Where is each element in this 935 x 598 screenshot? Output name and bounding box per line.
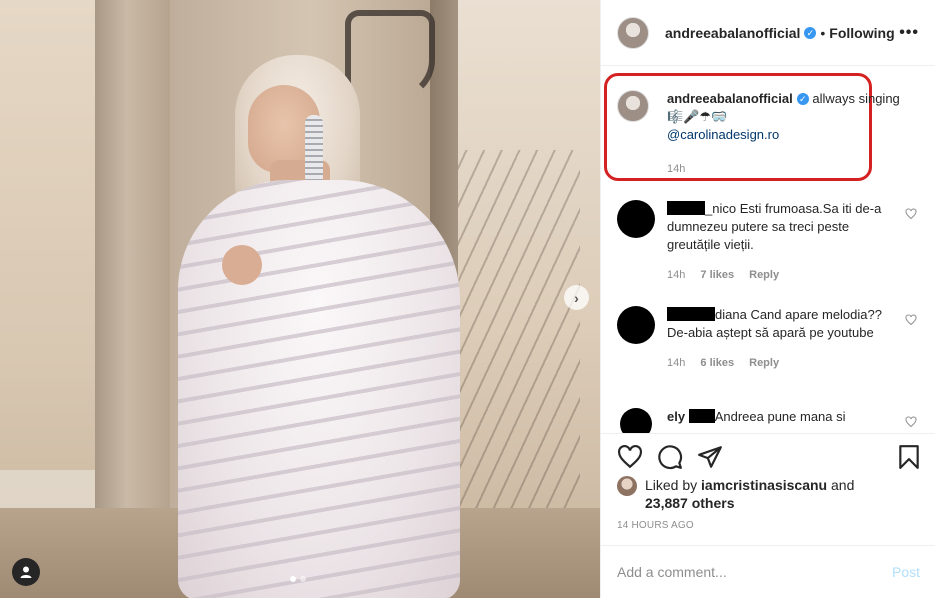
caption-mention-link[interactable]: @carolinadesign.ro <box>667 127 779 142</box>
carousel-dot <box>300 576 306 582</box>
comment-text: Andreea pune mana si <box>714 409 846 424</box>
bookmark-icon[interactable] <box>896 444 922 470</box>
avatar[interactable] <box>617 16 649 49</box>
tagged-users-button[interactable] <box>12 558 40 586</box>
comment-avatar-redacted[interactable] <box>620 408 652 433</box>
carousel-dots <box>290 576 306 582</box>
photo-branches <box>450 150 580 570</box>
share-icon[interactable] <box>697 444 723 470</box>
verified-icon: ✓ <box>804 26 817 39</box>
liker-avatar[interactable] <box>617 476 637 496</box>
comment-time[interactable]: 14h <box>667 269 685 281</box>
comment-username[interactable]: diana <box>715 307 747 322</box>
comment-input[interactable]: Add a comment... <box>617 564 727 580</box>
user-tag-icon <box>20 566 32 578</box>
post-sidebar: andreeabalanofficial ✓ • Following ••• a… <box>600 0 935 598</box>
comment-like-icon[interactable] <box>905 314 917 326</box>
liked-by-section: Liked by iamcristinasiscanu and 23,887 o… <box>617 476 854 512</box>
add-comment-bar: Add a comment... Post <box>601 545 935 598</box>
next-photo-button[interactable]: › <box>564 285 589 310</box>
caption-avatar[interactable] <box>617 90 649 122</box>
heart-icon[interactable] <box>617 444 643 470</box>
photo-hand <box>222 245 262 285</box>
caption-username[interactable]: andreeabalanofficial <box>667 91 793 106</box>
verified-icon: ✓ <box>796 93 809 105</box>
comment-username[interactable]: _nico <box>705 201 736 216</box>
comment-item: ely Andreea pune mana si <box>617 408 919 433</box>
caption-time[interactable]: 14h <box>667 160 919 178</box>
photo-earring <box>305 115 323 185</box>
comment-username[interactable]: ely <box>667 409 685 424</box>
comment-avatar-redacted[interactable] <box>617 200 655 238</box>
comment-meta: 14h 6 likes Reply <box>667 354 887 372</box>
following-button[interactable]: Following <box>829 25 894 41</box>
liked-by-user[interactable]: iamcristinasiscanu <box>701 477 827 493</box>
redacted-username <box>667 307 715 321</box>
post-actions <box>601 433 935 473</box>
post-photo[interactable]: › <box>0 0 600 598</box>
photo-graffiti <box>345 10 435 100</box>
more-options-button[interactable]: ••• <box>899 24 919 42</box>
redacted-username <box>688 409 715 423</box>
liked-by-prefix: Liked by <box>645 477 698 493</box>
comment-like-icon[interactable] <box>905 208 917 220</box>
post-comment-button[interactable]: Post <box>892 564 920 580</box>
photo-fur-coat <box>178 180 460 598</box>
comment-likes[interactable]: 7 likes <box>700 269 734 281</box>
post-header: andreeabalanofficial ✓ • Following ••• <box>601 0 935 66</box>
header-username[interactable]: andreeabalanofficial <box>665 25 800 41</box>
comment-meta: 14h 7 likes Reply <box>667 266 887 284</box>
liked-by-and: and <box>831 477 855 493</box>
header-separator: • <box>820 24 826 41</box>
comment-likes[interactable]: 6 likes <box>700 357 734 369</box>
comment-like-icon[interactable] <box>905 416 917 428</box>
chevron-right-icon: › <box>574 289 579 306</box>
comment-icon[interactable] <box>657 444 683 470</box>
carousel-dot-active <box>290 576 296 582</box>
comments-list[interactable]: andreeabalanofficial ✓ allways singing 🎼🎤… <box>601 66 935 433</box>
likes-count[interactable]: 23,887 others <box>645 495 735 511</box>
post-timestamp[interactable]: 14 HOURS AGO <box>617 520 694 531</box>
comment-item: diana Cand apare melodia??De-abia aștept… <box>617 306 919 372</box>
post-caption: andreeabalanofficial ✓ allways singing 🎼🎤… <box>617 90 919 178</box>
redacted-username <box>667 201 705 215</box>
comment-avatar-redacted[interactable] <box>617 306 655 344</box>
comment-item: _nico Esti frumoasa.Sa iti de-a dumnezeu… <box>617 200 919 284</box>
comment-reply-button[interactable]: Reply <box>749 357 779 369</box>
comment-reply-button[interactable]: Reply <box>749 269 779 281</box>
comment-time[interactable]: 14h <box>667 357 685 369</box>
